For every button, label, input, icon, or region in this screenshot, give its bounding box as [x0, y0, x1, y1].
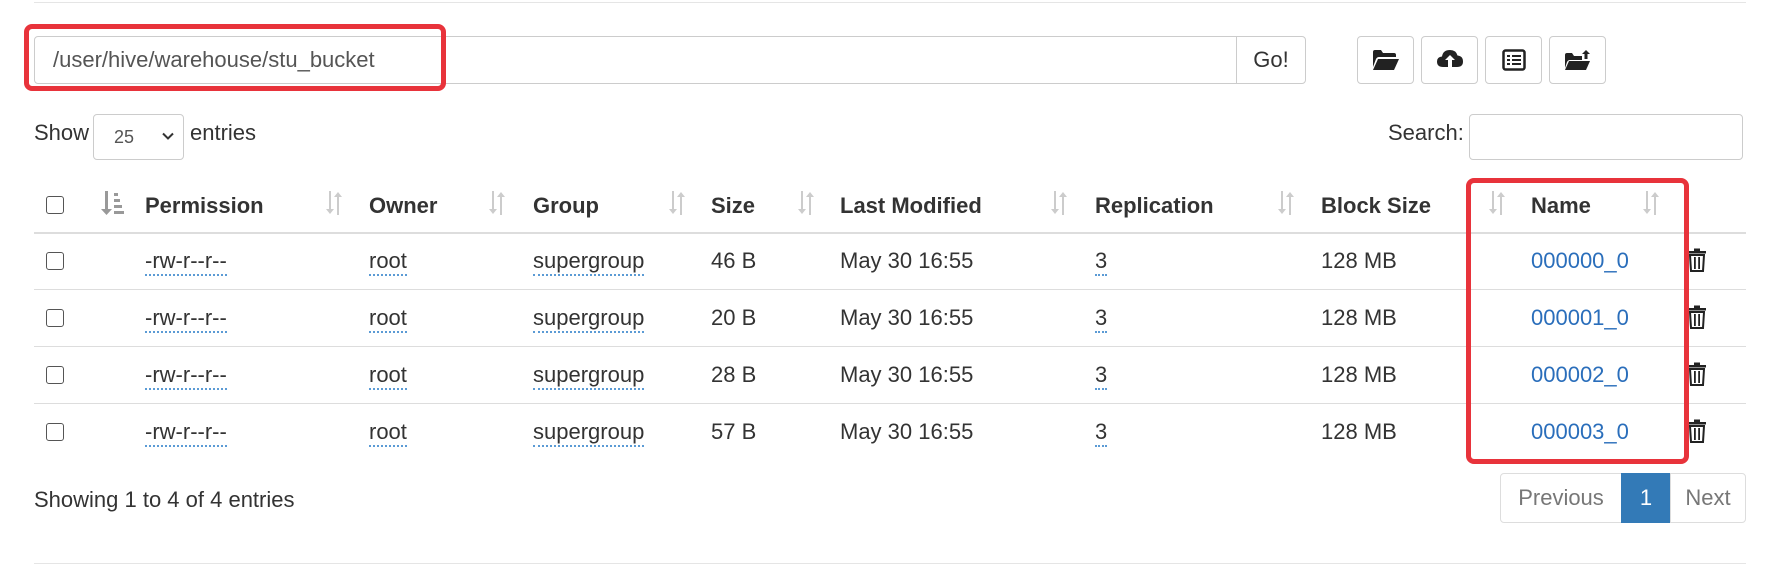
replication-cell: 3 [1095, 418, 1108, 447]
top-divider [34, 2, 1746, 3]
go-button[interactable]: Go! [1236, 36, 1306, 84]
select-all-checkbox[interactable] [46, 196, 64, 214]
owner-cell: root [369, 304, 407, 333]
last-modified-cell: May 30 16:55 [840, 418, 974, 444]
column-header-block-size[interactable]: Block Size [1321, 193, 1431, 219]
owner-cell: root [369, 418, 407, 447]
sort-icon[interactable] [488, 190, 506, 216]
permission-cell: -rw-r--r-- [145, 361, 227, 390]
entries-selected-value: 25 [114, 127, 135, 147]
column-header-replication[interactable]: Replication [1095, 193, 1214, 219]
trash-icon[interactable] [1687, 419, 1707, 443]
last-modified-cell: May 30 16:55 [840, 304, 974, 330]
permission-cell: -rw-r--r-- [145, 247, 227, 276]
owner-cell: root [369, 361, 407, 390]
next-page-button[interactable]: Next [1670, 473, 1746, 523]
size-cell: 28 B [711, 361, 757, 387]
entries-per-page-select[interactable]: 25 [93, 114, 184, 160]
size-cell: 20 B [711, 304, 757, 330]
last-modified-cell: May 30 16:55 [840, 247, 974, 273]
group-cell: supergroup [533, 418, 645, 447]
row-checkbox[interactable] [46, 365, 64, 384]
folder-upload-icon [1564, 50, 1590, 70]
trash-icon[interactable] [1687, 248, 1707, 272]
row-checkbox[interactable] [46, 251, 64, 270]
upload-button[interactable] [1421, 36, 1478, 84]
group-cell: supergroup [533, 304, 645, 333]
cut-paste-button[interactable] [1485, 36, 1542, 84]
group-cell: supergroup [533, 361, 645, 390]
column-header-last-modified[interactable]: Last Modified [840, 193, 982, 219]
sort-icon[interactable] [797, 190, 815, 216]
column-header-group[interactable]: Group [533, 193, 599, 219]
search-label: Search: [1388, 120, 1464, 145]
cloud-upload-icon [1436, 50, 1463, 69]
previous-page-button[interactable]: Previous [1500, 473, 1622, 523]
table-info: Showing 1 to 4 of 4 entries [34, 487, 295, 512]
block-size-cell: 128 MB [1321, 304, 1397, 330]
replication-cell: 3 [1095, 304, 1108, 333]
name-column-highlight-box [1466, 178, 1689, 464]
block-size-cell: 128 MB [1321, 247, 1397, 273]
trash-icon[interactable] [1687, 362, 1707, 386]
sort-icon[interactable] [668, 190, 686, 216]
chevron-down-icon [162, 132, 174, 140]
page-1-button[interactable]: 1 [1621, 473, 1671, 523]
replication-cell: 3 [1095, 247, 1108, 276]
sort-ascending-icon[interactable] [100, 190, 124, 216]
show-label: Show [34, 120, 90, 145]
size-cell: 46 B [711, 247, 757, 273]
bottom-divider [34, 563, 1746, 564]
block-size-cell: 128 MB [1321, 418, 1397, 444]
permission-cell: -rw-r--r-- [145, 304, 227, 333]
sort-icon[interactable] [1277, 190, 1295, 216]
permission-cell: -rw-r--r-- [145, 418, 227, 447]
entries-label: entries [190, 120, 257, 145]
list-icon [1501, 49, 1526, 71]
trash-icon[interactable] [1687, 305, 1707, 329]
search-input[interactable] [1469, 114, 1743, 160]
column-header-owner[interactable]: Owner [369, 193, 437, 219]
last-modified-cell: May 30 16:55 [840, 361, 974, 387]
replication-cell: 3 [1095, 361, 1108, 390]
block-size-cell: 128 MB [1321, 361, 1397, 387]
folder-open-icon [1372, 50, 1399, 70]
row-checkbox[interactable] [46, 422, 64, 441]
row-checkbox[interactable] [46, 308, 64, 327]
path-highlight-box [24, 24, 446, 91]
sort-icon[interactable] [1050, 190, 1068, 216]
create-directory-button[interactable] [1357, 36, 1414, 84]
sort-icon[interactable] [325, 190, 343, 216]
upload-folder-button[interactable] [1549, 36, 1606, 84]
column-header-size[interactable]: Size [711, 193, 755, 219]
size-cell: 57 B [711, 418, 757, 444]
group-cell: supergroup [533, 247, 645, 276]
owner-cell: root [369, 247, 407, 276]
column-header-permission[interactable]: Permission [145, 193, 264, 219]
